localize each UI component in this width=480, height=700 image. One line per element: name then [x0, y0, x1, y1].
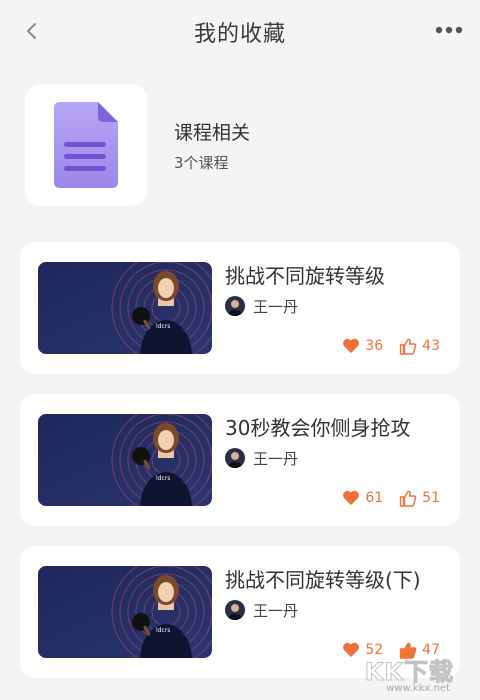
- document-icon: [54, 102, 118, 188]
- heart-icon: [343, 642, 360, 657]
- thumbs-stat[interactable]: 51: [399, 490, 440, 507]
- thumbs-up-icon: [399, 642, 417, 659]
- course-title: 30秒教会你侧身抢攻: [225, 416, 411, 440]
- course-stats: 36 43: [342, 336, 440, 356]
- category-title: 课程相关: [174, 122, 251, 144]
- author-info: 王一丹: [225, 598, 298, 622]
- page-title: 我的收藏: [193, 22, 286, 47]
- author-name: 王一丹: [253, 601, 299, 620]
- svg-text:ldcrs: ldcrs: [156, 627, 170, 634]
- thumbs-stat[interactable]: 47: [399, 642, 440, 659]
- course-title: 挑战不同旋转等级: [225, 264, 385, 288]
- avatar: [225, 296, 245, 316]
- watermark-url: www.kkx.net: [386, 683, 450, 694]
- thumbs-count: 47: [422, 642, 440, 658]
- heart-icon: [343, 338, 360, 353]
- author-name: 王一丹: [253, 297, 299, 316]
- like-count: 36: [365, 338, 384, 354]
- svg-text:ldcrs: ldcrs: [156, 475, 170, 482]
- more-button[interactable]: [434, 20, 464, 40]
- thumbs-up-icon: [399, 490, 417, 507]
- course-title: 挑战不同旋转等级(下): [225, 568, 421, 592]
- thumbs-up-icon: [399, 338, 417, 355]
- like-stat[interactable]: 36: [342, 338, 383, 354]
- category-count: 3个课程: [174, 154, 229, 172]
- author-info: 王一丹: [225, 294, 298, 318]
- svg-text:ldcrs: ldcrs: [156, 323, 170, 330]
- course-card[interactable]: ldcrs 30秒教会你侧身抢攻 王一丹 61 51: [20, 394, 460, 526]
- like-count: 61: [365, 490, 384, 506]
- thumbs-stat[interactable]: 43: [399, 338, 440, 355]
- thumbs-count: 43: [422, 338, 440, 354]
- avatar: [225, 600, 245, 620]
- course-thumbnail: ldcrs: [38, 414, 212, 506]
- course-thumbnail: ldcrs: [38, 566, 212, 658]
- like-stat[interactable]: 61: [342, 490, 383, 506]
- course-category[interactable]: 课程相关 3个课程: [22, 84, 462, 208]
- thumbs-count: 51: [422, 490, 440, 506]
- author-info: 王一丹: [225, 446, 298, 470]
- avatar: [225, 448, 245, 468]
- heart-icon: [343, 490, 360, 505]
- course-card[interactable]: ldcrs 挑战不同旋转等级 王一丹 36 43: [20, 242, 460, 374]
- course-thumbnail: ldcrs: [38, 262, 212, 354]
- course-card[interactable]: ldcrs 挑战不同旋转等级(下) 王一丹 52 47: [20, 546, 460, 678]
- course-stats: 52 47: [342, 640, 440, 660]
- like-count: 52: [365, 642, 384, 658]
- more-horizontal-icon: [435, 26, 463, 34]
- course-stats: 61 51: [342, 488, 440, 508]
- header-bar: 我的收藏: [0, 0, 480, 62]
- like-stat[interactable]: 52: [342, 642, 383, 658]
- author-name: 王一丹: [253, 449, 299, 468]
- category-icon-box: [25, 84, 147, 206]
